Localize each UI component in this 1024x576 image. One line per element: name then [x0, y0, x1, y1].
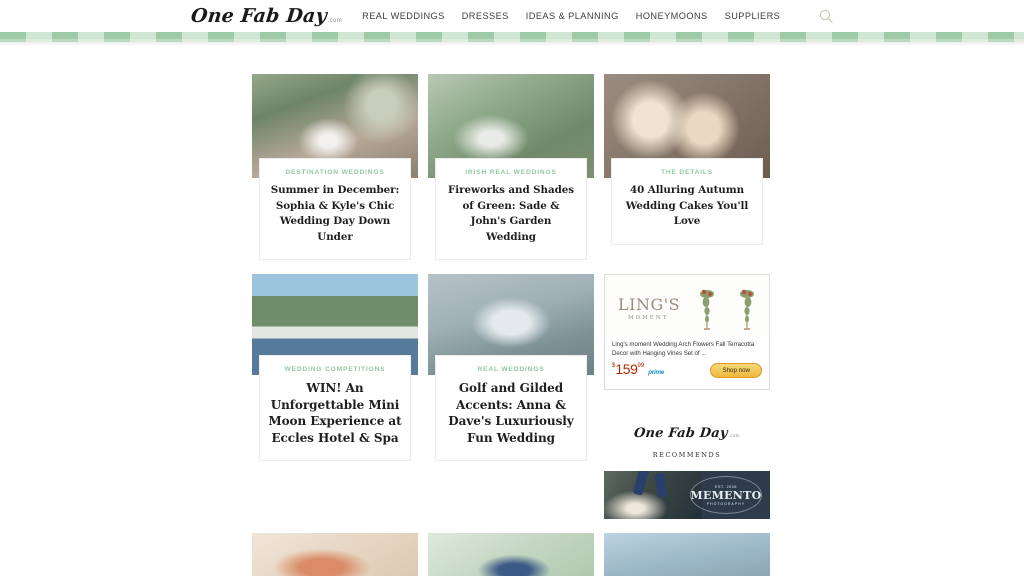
ad-hero-image: LING'S MOMENT: [605, 275, 769, 337]
memento-photography-ad[interactable]: EST. 2008 MEMENTO PHOTOGRAPHY: [604, 471, 770, 519]
recommends-logo-text: One Fab Day: [633, 426, 729, 441]
memento-name: MEMENTO: [690, 488, 762, 502]
ad-brand-subtitle: MOMENT: [628, 315, 669, 321]
article-category[interactable]: THE DETAILS: [620, 169, 754, 176]
wedding-arch-icon: [699, 281, 755, 336]
ad-brand-name: LING'S: [618, 295, 681, 314]
header-inner: One Fab Day .com REAL WEDDINGS DRESSES I…: [189, 0, 834, 32]
shop-now-button[interactable]: Shop now: [710, 363, 762, 378]
site-logo[interactable]: One Fab Day .com: [189, 4, 343, 27]
article-title[interactable]: WIN! An Unforgettable Mini Moon Experien…: [268, 380, 402, 446]
article-category[interactable]: WEDDING COMPETITIONS: [268, 366, 402, 373]
nav-item-ideas-planning[interactable]: IDEAS & PLANNING: [526, 11, 619, 21]
site-logo-text: One Fab Day: [189, 4, 328, 27]
nav-item-honeymoons[interactable]: HONEYMOONS: [636, 11, 708, 21]
memento-badge: EST. 2008 MEMENTO PHOTOGRAPHY: [690, 476, 762, 514]
sidebar-column: $10 off coupon LING'S MOMENT: [604, 274, 770, 533]
article-text-box: REAL WEDDINGS Golf and Gilded Accents: A…: [435, 355, 587, 461]
article-card[interactable]: IRISH REAL WEDDINGS Fireworks and Shades…: [428, 74, 594, 260]
article-category[interactable]: IRISH REAL WEDDINGS: [444, 169, 578, 176]
memento-subtitle: PHOTOGRAPHY: [706, 501, 746, 506]
ad-footer: $ 159 99 prime Shop now: [605, 358, 769, 378]
memento-ad-image: [604, 471, 702, 519]
article-image[interactable]: [604, 533, 770, 576]
article-card[interactable]: THE DETAILS 40 Alluring Autumn Wedding C…: [604, 74, 770, 260]
search-icon[interactable]: [818, 9, 833, 24]
ad-price-decimal: 99: [637, 362, 645, 369]
recommends-label: RECOMMENDS: [652, 451, 722, 459]
ad-price-integer: 159: [615, 360, 638, 377]
article-text-box: IRISH REAL WEDDINGS Fireworks and Shades…: [435, 158, 587, 260]
article-title[interactable]: 40 Alluring Autumn Wedding Cakes You'll …: [620, 183, 754, 230]
site-header: One Fab Day .com REAL WEDDINGS DRESSES I…: [0, 0, 1024, 32]
article-grid: DESTINATION WEDDINGS Summer in December:…: [252, 74, 772, 576]
prime-badge: prime: [648, 369, 665, 376]
article-title[interactable]: Fireworks and Shades of Green: Sade & Jo…: [444, 183, 578, 245]
article-text-box: DESTINATION WEDDINGS Summer in December:…: [259, 158, 411, 260]
article-image[interactable]: [252, 533, 418, 576]
nav-item-dresses[interactable]: DRESSES: [462, 11, 509, 21]
gingham-stripe: [0, 32, 1024, 42]
nav-item-real-weddings[interactable]: REAL WEDDINGS: [362, 11, 445, 21]
site-logo-suffix: .com: [327, 17, 343, 24]
memento-est: EST. 2008: [715, 484, 737, 489]
article-card[interactable]: WEDDING COMPETITIONS WIN! An Unforgettab…: [252, 274, 418, 519]
article-text-box: WEDDING COMPETITIONS WIN! An Unforgettab…: [259, 355, 411, 461]
ad-brand: LING'S MOMENT: [618, 297, 680, 322]
recommends-logo: One Fab Day .com: [633, 426, 740, 441]
nav-item-suppliers[interactable]: SUPPLIERS: [725, 11, 781, 21]
recommends-logo-suffix: .com: [728, 433, 740, 438]
ad-price: $ 159 99: [612, 362, 644, 376]
article-title[interactable]: Golf and Gilded Accents: Anna & Dave's L…: [444, 380, 578, 446]
article-category[interactable]: REAL WEDDINGS: [444, 366, 578, 373]
article-card[interactable]: REAL WEDDINGS Golf and Gilded Accents: A…: [428, 274, 594, 519]
main-content: DESTINATION WEDDINGS Summer in December:…: [0, 46, 1024, 576]
article-category[interactable]: DESTINATION WEDDINGS: [268, 169, 402, 176]
main-nav: REAL WEDDINGS DRESSES IDEAS & PLANNING H…: [362, 11, 780, 21]
amazon-sponsored-ad[interactable]: $10 off coupon LING'S MOMENT: [604, 274, 770, 390]
article-image[interactable]: [428, 533, 594, 576]
article-title[interactable]: Summer in December: Sophia & Kyle's Chic…: [268, 183, 402, 245]
article-card[interactable]: DESTINATION WEDDINGS Summer in December:…: [252, 74, 418, 260]
ad-description: Ling's moment Wedding Arch Flowers Fall …: [612, 341, 755, 357]
article-text-box: THE DETAILS 40 Alluring Autumn Wedding C…: [611, 158, 763, 245]
recommends-block: One Fab Day .com RECOMMENDS: [604, 390, 770, 471]
